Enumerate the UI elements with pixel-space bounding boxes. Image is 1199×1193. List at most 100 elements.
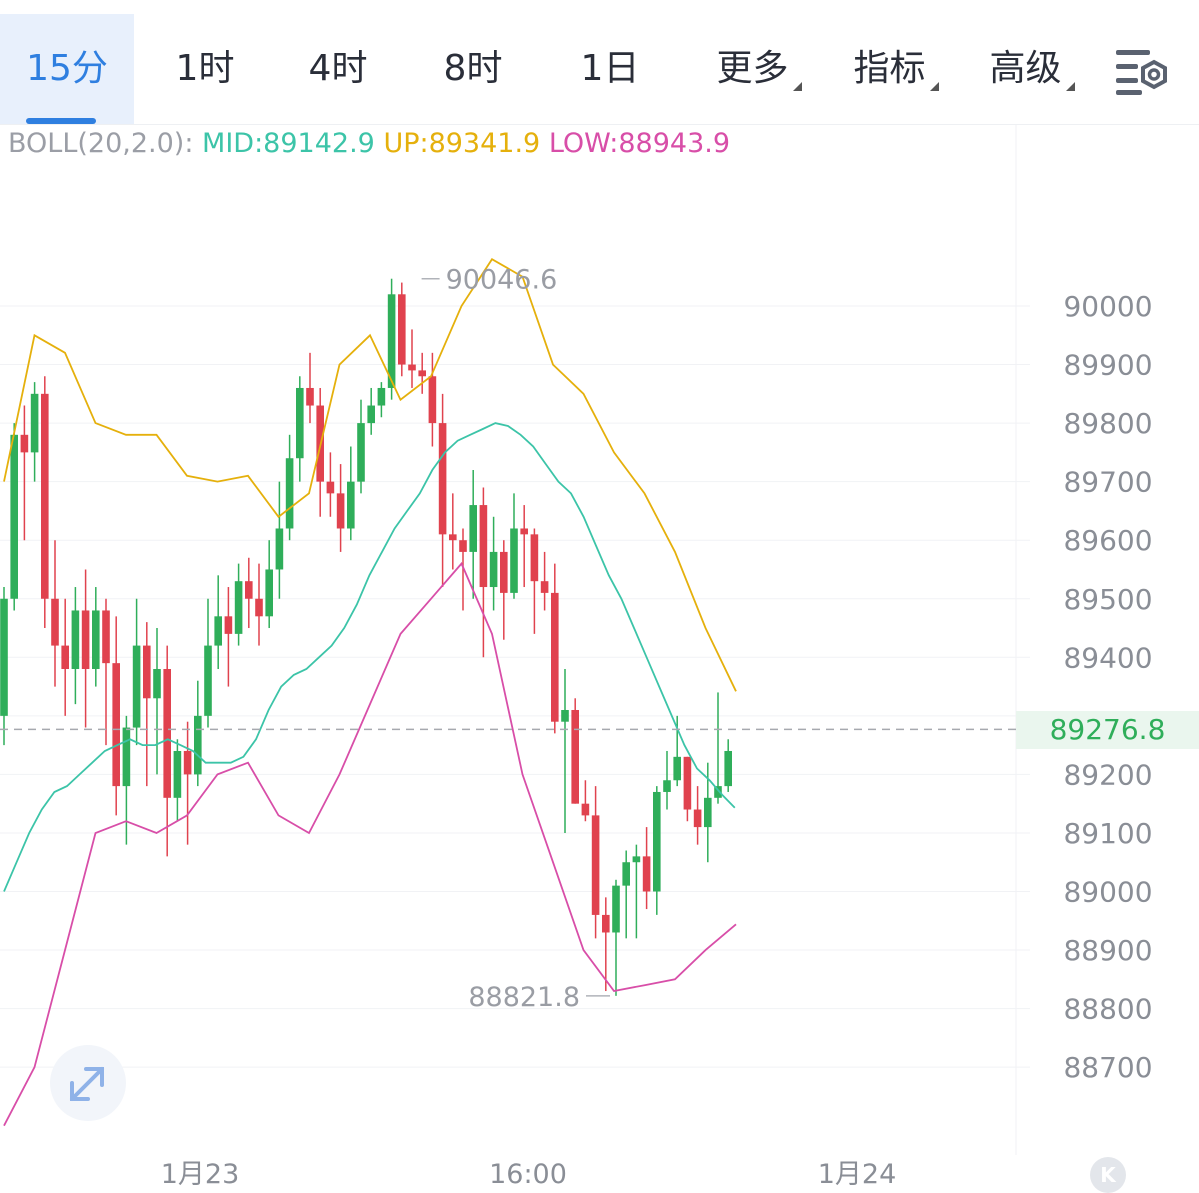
candle-body [693,809,702,828]
candle-body [41,393,49,599]
candle-body [30,393,39,453]
tab-15m[interactable]: 15分 [0,14,134,124]
candle-body [653,791,661,892]
y-axis-tick-label: 90000 [1063,290,1152,323]
candle-body [561,709,569,722]
expand-arrows-icon[interactable] [50,1045,126,1121]
candle-body [275,528,284,570]
candle-body [632,856,641,863]
tab-4h[interactable]: 4时 [278,14,398,124]
candle-body [469,505,477,552]
candle-body [683,756,692,810]
dropdown-arrow-icon [1066,82,1075,91]
candle-body [153,669,161,699]
candle-body [500,551,508,593]
candle-body [10,434,18,599]
candle-body [306,387,314,406]
boll-upper-line [3,257,737,692]
x-axis-label: 1月24 [818,1159,897,1190]
tab-advanced[interactable]: 高级 [968,14,1083,124]
candle-body [234,581,243,634]
candle-body [71,610,80,670]
candle-body [663,780,671,792]
candle-body [122,727,131,787]
timeframe-tabs: 15分 1时 4时 8时 1日 更多 指标 高级 [0,14,1199,125]
candle-body [704,797,712,828]
k-logo-icon[interactable]: K [1090,1157,1126,1193]
tab-label: 高级 [989,48,1062,89]
tab-label: 更多 [716,48,789,89]
candle-body [520,528,528,535]
candle-body [285,458,294,529]
candle-body [530,534,539,582]
y-axis-tick-label: 89800 [1063,407,1152,440]
candle-body [265,569,273,617]
candle-body [438,423,447,535]
tab-label: 8时 [443,48,503,89]
candle-body [0,598,8,716]
candle-body [255,598,263,617]
y-axis-tick-label: 89000 [1063,876,1152,909]
candlestick-chart[interactable]: 90000 89900 89800 89700 89600 89500 89400 89200… [0,125,1199,1190]
candle-body [540,581,549,593]
candle-body [61,645,69,670]
dropdown-arrow-icon [930,82,939,91]
candle-body [581,803,590,816]
candle-body [132,645,141,728]
candle-body [459,540,467,552]
candle-body [92,610,100,670]
tab-label: 15分 [26,48,108,89]
candle-body [102,610,110,664]
y-axis-tick-label: 89100 [1063,817,1152,850]
candle-body [143,645,151,699]
current-price-tag: 89276.8 [1016,711,1199,749]
candle-body [357,423,365,482]
tab-label: 1日 [580,48,640,89]
candle-body [418,370,426,377]
candle-body [163,669,171,798]
tab-8h[interactable]: 8时 [413,14,533,124]
candle-body [612,885,620,933]
candle-body [673,756,681,781]
tab-more[interactable]: 更多 [695,14,810,124]
candle-body [449,534,457,541]
candle-body [571,709,579,804]
candle-body [724,750,732,787]
candle-body [296,387,304,459]
low-annotation-label: 88821.8 [468,982,580,1013]
y-axis-tick-label: 88800 [1063,993,1152,1026]
candle-body [377,387,386,406]
chart-settings-icon[interactable] [1112,44,1172,104]
y-axis-tick-label: 89500 [1063,583,1152,616]
candle-body [510,528,518,593]
candle-body [51,598,59,646]
y-axis-tick-label: 89900 [1063,349,1152,382]
candle-body [551,592,559,722]
y-axis-tick-label: 89700 [1063,466,1152,499]
y-axis-tick-label: 89400 [1063,641,1152,674]
y-axis-tick-label: 88900 [1063,934,1152,967]
tab-indicators[interactable]: 指标 [832,14,947,124]
dropdown-arrow-icon [793,82,802,91]
candle-body [173,750,182,798]
candle-body [336,493,345,529]
candle-body [408,364,416,371]
tab-label: 1时 [175,48,235,89]
y-axis-tick-label: 88700 [1063,1051,1152,1084]
candle-body [591,815,600,915]
tab-label: 4时 [308,48,368,89]
y-axis-tick-label: 89200 [1063,758,1152,791]
candle-body [194,715,202,775]
candle-body [214,616,222,646]
candle-body [428,376,437,424]
tab-1h[interactable]: 1时 [145,14,265,124]
candle-body [326,481,335,494]
high-annotation-label: 90046.6 [446,265,558,296]
candle-body [398,294,406,365]
boll-lower-line [3,561,737,1127]
candle-body [622,862,630,886]
x-axis-label: 16:00 [489,1159,567,1190]
candle-body [112,663,120,787]
active-tab-indicator [26,118,96,124]
tab-1d[interactable]: 1日 [550,14,670,124]
